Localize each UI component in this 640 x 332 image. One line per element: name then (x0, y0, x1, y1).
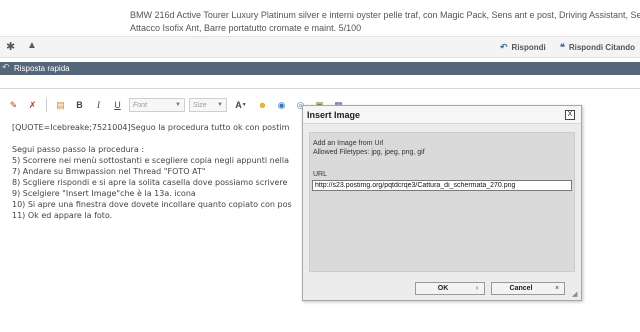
signature-text: BMW 216d Active Tourer Luxury Platinum s… (130, 9, 640, 35)
size-select-value: Size (193, 101, 207, 109)
ok-button[interactable]: OK › (415, 282, 485, 295)
post-actions-bar: ✱ ▲ ↶ Rispondi ❝ Rispondi Citando (0, 36, 640, 58)
bold-button[interactable]: B (72, 98, 87, 113)
dialog-titlebar[interactable]: Insert Image X (303, 106, 581, 124)
reply-quote-label: Rispondi Citando (568, 43, 636, 52)
reply-label: Rispondi (511, 43, 546, 52)
dialog-heading: Add an Image from Url (313, 140, 384, 147)
warning-icon[interactable]: ▲ (27, 40, 37, 51)
paste-icon[interactable]: ▤ (53, 98, 68, 113)
smilie-icon[interactable]: ☻ (255, 98, 270, 113)
switch-mode-icon[interactable]: ✗ (25, 98, 40, 113)
dialog-body: Add an Image from Url Allowed Filetypes:… (309, 132, 575, 272)
chevron-down-icon: ▼ (217, 102, 223, 108)
editor-line: 7) Andare su Bmwpassion nel Thread "FOTO… (12, 167, 206, 176)
quick-reply-label: Risposta rapida (14, 64, 70, 73)
cancel-button[interactable]: Cancel × (491, 282, 565, 295)
editor-line: 5) Scorrere nei menù sottostanti e scegl… (12, 156, 289, 165)
italic-button[interactable]: I (91, 98, 106, 113)
dialog-title: Insert Image (307, 110, 361, 120)
quote-icon: ❝ (560, 42, 565, 52)
url-input[interactable] (312, 180, 572, 191)
post-signature: BMW 216d Active Tourer Luxury Platinum s… (0, 0, 640, 36)
remove-format-icon[interactable]: ✎ (6, 98, 21, 113)
editor-line: [QUOTE=Icebreake;7521004]Seguo la proced… (12, 123, 290, 132)
close-icon: × (554, 285, 560, 292)
dialog-footer: OK › Cancel × ◢ (303, 276, 581, 300)
chevron-right-icon: › (475, 285, 479, 292)
size-select[interactable]: Size ▼ (189, 98, 227, 112)
quick-reply-header[interactable]: ↶ Risposta rapida (0, 62, 640, 75)
editor-line: 11) Ok ed appare la foto. (12, 211, 113, 220)
font-select-value: Font (133, 101, 148, 109)
url-label: URL (313, 171, 328, 178)
underline-button[interactable]: U (110, 98, 125, 113)
text-color-button[interactable]: A ▼ (231, 98, 251, 113)
ok-label: OK (437, 285, 449, 292)
insert-link-icon[interactable]: ◉ (274, 98, 289, 113)
editor-line: 9) Scelgiere "Insert Image"che è la 13a.… (12, 189, 196, 198)
editor-line: 8) Scgliere rispondi e si apre la solita… (12, 178, 288, 187)
editor-line: 10) Si apre una finestra dove dovete inc… (12, 200, 292, 209)
chevron-down-icon: ▼ (175, 102, 181, 108)
insert-image-dialog: Insert Image X Add an Image from Url All… (302, 105, 582, 301)
close-button[interactable]: X (565, 110, 575, 120)
reply-quote-button[interactable]: ❝ Rispondi Citando (560, 42, 635, 53)
cancel-label: Cancel (509, 285, 533, 292)
quick-reply-icon: ↶ (2, 62, 10, 72)
editor-line: Segui passo passo la procedura : (12, 145, 145, 154)
asterisk-icon[interactable]: ✱ (6, 40, 15, 53)
font-select[interactable]: Font ▼ (129, 98, 185, 112)
toolbar-divider (46, 98, 47, 112)
signature-line-1: BMW 216d Active Tourer Luxury Platinum s… (130, 10, 640, 20)
reply-icon: ↶ (500, 42, 508, 52)
editor-toolbar: ✎ ✗ ▤ B I U Font ▼ Size ▼ A▼ ☻ ◉ ◎ ▣ ▦ (6, 95, 346, 115)
reply-button[interactable]: ↶ Rispondi (500, 42, 546, 53)
forum-page: BMW 216d Active Tourer Luxury Platinum s… (0, 0, 640, 332)
editor-textarea[interactable]: [QUOTE=Icebreake;7521004]Seguo la proced… (12, 122, 312, 327)
allowed-filetypes: Allowed Filetypes: jpg, jpeg, png, gif (313, 149, 425, 156)
resize-grip-icon[interactable]: ◢ (572, 291, 580, 299)
signature-line-2: Attacco Isofix Ant, Barre portatutto cro… (130, 23, 362, 33)
